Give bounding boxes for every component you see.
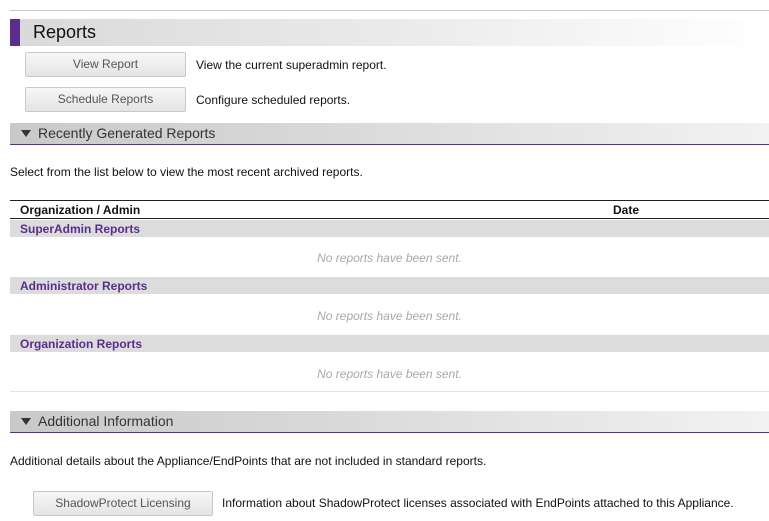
- empty-message: No reports have been sent.: [317, 309, 462, 323]
- view-report-button[interactable]: View Report: [25, 52, 186, 77]
- recent-reports-section-header[interactable]: Recently Generated Reports: [10, 123, 769, 145]
- additional-info-intro: Additional details about the Appliance/E…: [10, 454, 487, 468]
- shadowprotect-licensing-description: Information about ShadowProtect licenses…: [222, 496, 734, 510]
- recent-reports-intro: Select from the list below to view the m…: [10, 165, 363, 179]
- additional-info-section-header[interactable]: Additional Information: [10, 411, 769, 433]
- table-bottom-divider: [10, 391, 769, 392]
- group-row-superadmin: SuperAdmin Reports: [10, 220, 769, 237]
- column-header-date: Date: [613, 203, 640, 217]
- group-label: Organization Reports: [20, 337, 143, 351]
- header-accent-bar: [10, 19, 20, 46]
- schedule-reports-button[interactable]: Schedule Reports: [25, 87, 186, 112]
- recent-reports-section-title: Recently Generated Reports: [38, 125, 216, 141]
- triangle-down-icon: [21, 130, 31, 137]
- triangle-down-icon: [21, 418, 31, 425]
- table-top-line: [10, 200, 769, 201]
- schedule-reports-description: Configure scheduled reports.: [196, 93, 351, 107]
- empty-message: No reports have been sent.: [317, 367, 462, 381]
- group-label: Administrator Reports: [20, 279, 148, 293]
- page-header: Reports: [10, 19, 769, 46]
- group-row-administrator: Administrator Reports: [10, 277, 769, 294]
- additional-info-section-title: Additional Information: [38, 413, 174, 429]
- table-header-line: [10, 218, 769, 219]
- column-header-organization: Organization / Admin: [20, 203, 141, 217]
- group-label: SuperAdmin Reports: [20, 222, 141, 236]
- shadowprotect-licensing-button[interactable]: ShadowProtect Licensing: [33, 491, 213, 516]
- page-title: Reports: [33, 22, 97, 42]
- view-report-description: View the current superadmin report.: [196, 58, 387, 72]
- group-row-organization: Organization Reports: [10, 335, 769, 352]
- top-divider: [10, 10, 769, 11]
- empty-message: No reports have been sent.: [317, 251, 462, 265]
